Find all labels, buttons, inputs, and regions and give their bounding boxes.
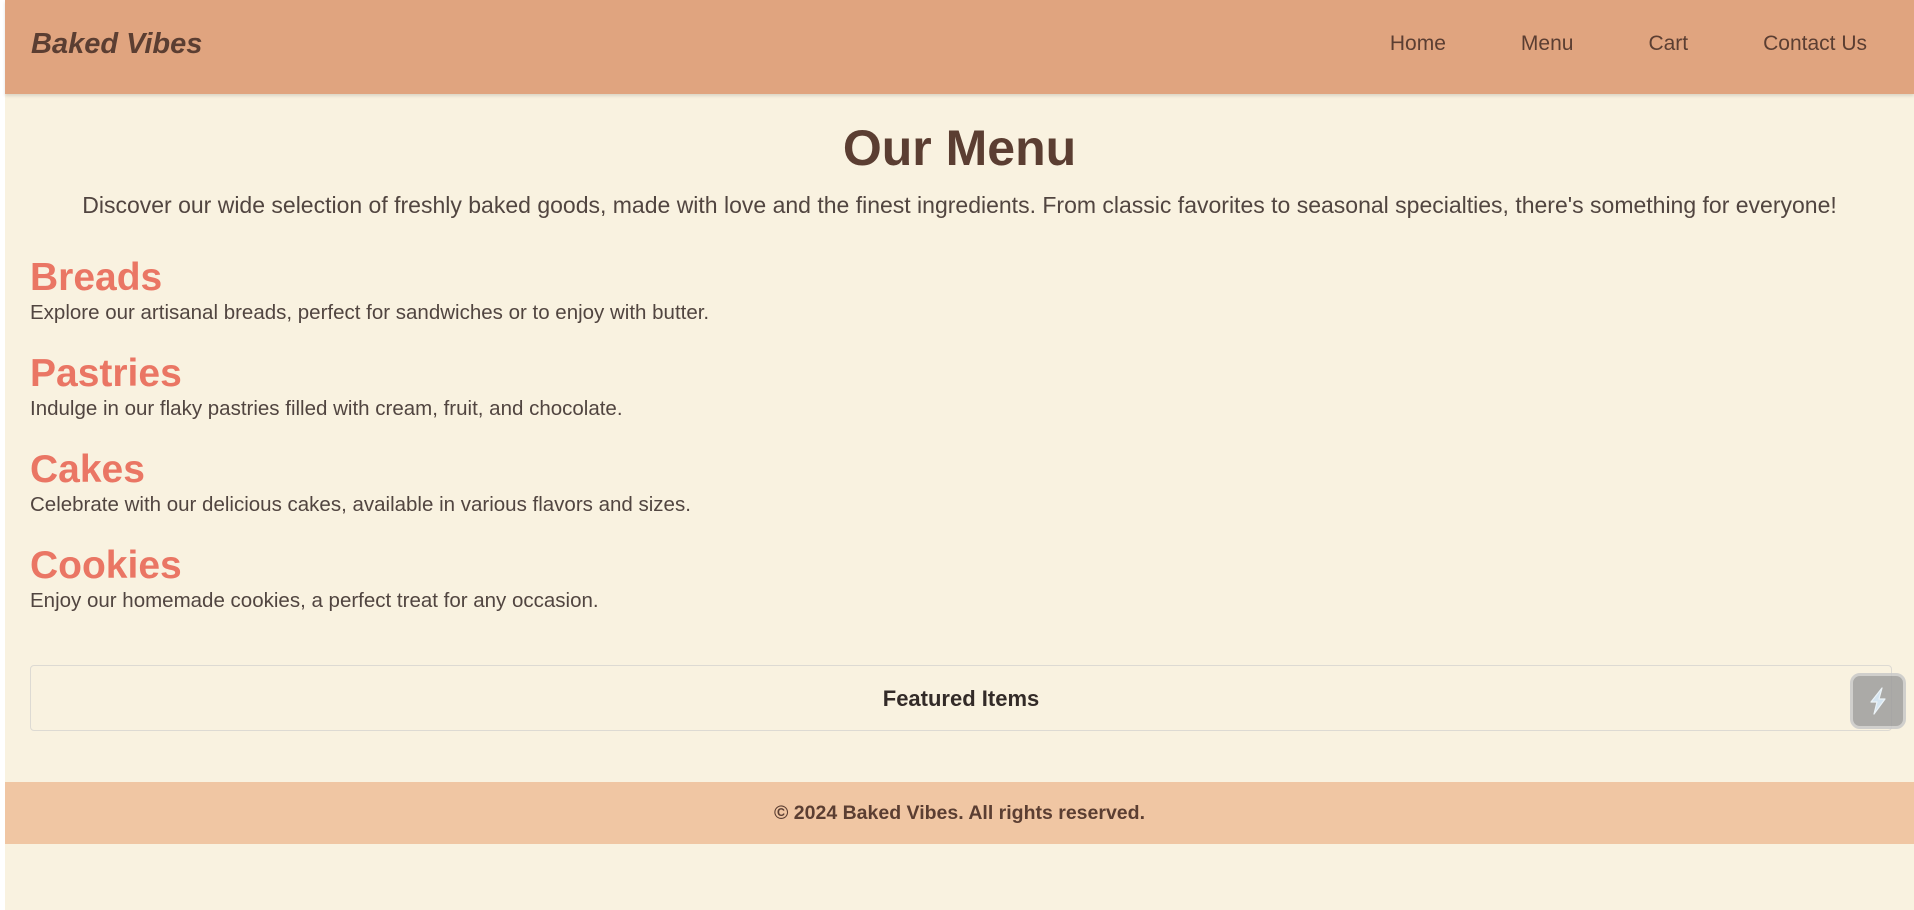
category-title: Breads bbox=[30, 256, 163, 299]
nav-menu-link[interactable]: Menu bbox=[1521, 30, 1574, 58]
nav-cart-link[interactable]: Cart bbox=[1648, 30, 1688, 58]
nav-home-link[interactable]: Home bbox=[1390, 30, 1446, 58]
copyright-text: © 2024 Baked Vibes. All rights reserved. bbox=[774, 802, 1145, 824]
page: Baked Vibes Home Menu Cart Contact Us Ou… bbox=[5, 0, 1914, 910]
category-description: Indulge in our flaky pastries filled wit… bbox=[30, 397, 623, 420]
category-pastries: Pastries Indulge in our flaky pastries f… bbox=[30, 352, 1230, 422]
category-title: Cakes bbox=[30, 448, 145, 491]
category-description: Explore our artisanal breads, perfect fo… bbox=[30, 301, 710, 324]
featured-items-panel[interactable]: Featured Items bbox=[30, 665, 1892, 731]
site-footer: © 2024 Baked Vibes. All rights reserved. bbox=[5, 782, 1914, 844]
category-breads: Breads Explore our artisanal breads, per… bbox=[30, 256, 1230, 326]
category-cakes: Cakes Celebrate with our delicious cakes… bbox=[30, 448, 1230, 518]
category-description: Enjoy our homemade cookies, a perfect tr… bbox=[30, 589, 599, 612]
lightning-bolt-icon bbox=[1870, 687, 1886, 715]
page-intro: Discover our wide selection of freshly b… bbox=[82, 192, 1837, 218]
nav-contact-link[interactable]: Contact Us bbox=[1763, 30, 1867, 58]
category-title: Cookies bbox=[30, 544, 182, 587]
brand-logo[interactable]: Baked Vibes bbox=[31, 26, 202, 62]
category-cookies: Cookies Enjoy our homemade cookies, a pe… bbox=[30, 544, 1230, 614]
category-description: Celebrate with our delicious cakes, avai… bbox=[30, 493, 691, 516]
page-title: Our Menu bbox=[842, 120, 1077, 176]
site-header: Baked Vibes Home Menu Cart Contact Us bbox=[5, 0, 1914, 94]
featured-items-title: Featured Items bbox=[882, 686, 1040, 711]
main-nav: Home Menu Cart Contact Us bbox=[1390, 30, 1867, 58]
category-title: Pastries bbox=[30, 352, 182, 395]
assistant-button[interactable] bbox=[1850, 673, 1906, 729]
